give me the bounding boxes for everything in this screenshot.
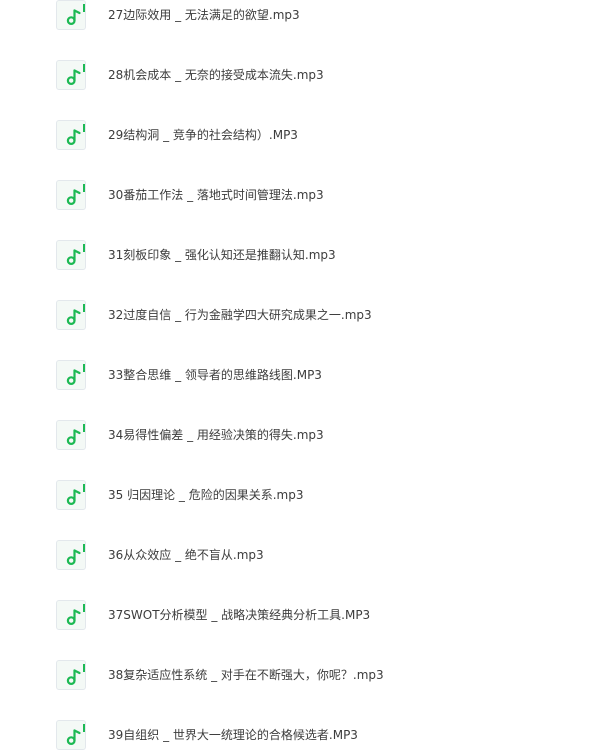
file-item[interactable]: 32过度自信 _ 行为金融学四大研究成果之一.mp3 <box>0 256 616 330</box>
file-item[interactable]: 39自组织 _ 世界大一统理论的合格候选者.MP3 <box>0 676 616 750</box>
file-item[interactable]: 30番茄工作法 _ 落地式时间管理法.mp3 <box>0 136 616 210</box>
file-item[interactable]: 37SWOT分析模型 _ 战略决策经典分析工具.MP3 <box>0 556 616 630</box>
file-name[interactable]: 39自组织 _ 世界大一统理论的合格候选者.MP3 <box>108 727 358 743</box>
file-item[interactable]: 35 归因理论 _ 危险的因果关系.mp3 <box>0 436 616 510</box>
file-item[interactable]: 33整合思维 _ 领导者的思维路线图.MP3 <box>0 316 616 390</box>
file-item[interactable]: 36从众效应 _ 绝不盲从.mp3 <box>0 496 616 570</box>
file-item[interactable]: 31刻板印象 _ 强化认知还是推翻认知.mp3 <box>0 196 616 270</box>
file-item[interactable]: 34易得性偏差 _ 用经验决策的得失.mp3 <box>0 376 616 450</box>
file-list: 27边际效用 _ 无法满足的欲望.mp3 28机会成本 _ 无奈的接受成本流失.… <box>0 0 616 750</box>
music-note-icon <box>56 720 86 750</box>
file-item[interactable]: 27边际效用 _ 无法满足的欲望.mp3 <box>0 0 616 30</box>
file-item[interactable]: 38复杂适应性系统 _ 对手在不断强大，你呢？.mp3 <box>0 616 616 690</box>
file-item[interactable]: 29结构洞 _ 竞争的社会结构）.MP3 <box>0 76 616 150</box>
file-item[interactable]: 28机会成本 _ 无奈的接受成本流失.mp3 <box>0 16 616 90</box>
